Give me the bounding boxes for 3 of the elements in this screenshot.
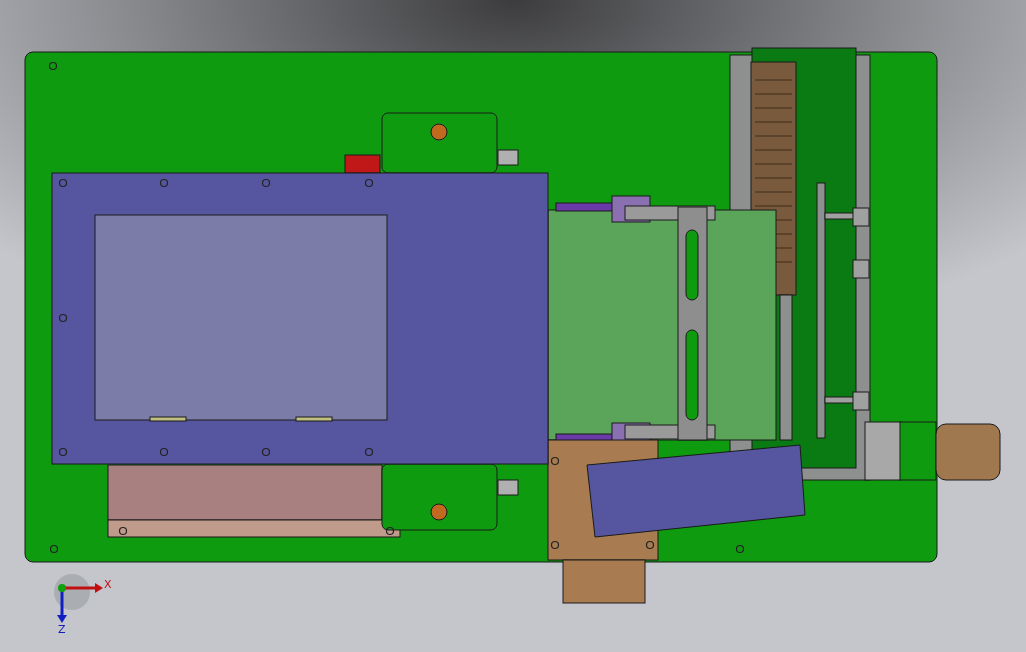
- z-axis-label: Z: [58, 623, 66, 636]
- x-axis-label: X: [104, 578, 112, 591]
- axis-triad-drawing: [54, 574, 103, 623]
